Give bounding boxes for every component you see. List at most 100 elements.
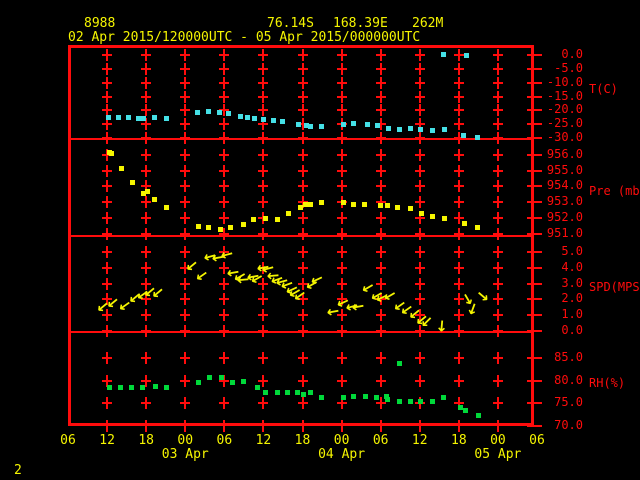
grid-cross (415, 91, 425, 103)
y-tick-label: 954.0 (538, 178, 583, 192)
temp-data-point (195, 110, 200, 115)
grid-cross (454, 49, 464, 61)
x-axis-tick (419, 420, 421, 432)
grid-cross (102, 49, 112, 61)
grid-cross (141, 262, 151, 274)
grid-cross (493, 165, 503, 177)
panel-unit-label: Pre (mb) (589, 184, 640, 198)
grid-cross (258, 180, 268, 192)
grid-cross (219, 149, 229, 161)
grid-cross (415, 49, 425, 61)
grid-cross (415, 262, 425, 274)
grid-cross (454, 196, 464, 208)
grid-cross (415, 228, 425, 240)
grid-cross (337, 49, 347, 61)
grid-cross (493, 309, 503, 321)
x-hour-label: 18 (138, 433, 154, 448)
grid-cross (337, 262, 347, 274)
grid-cross (376, 262, 386, 274)
x-axis-tick (341, 420, 343, 432)
y-tick-label: -30.0 (538, 130, 583, 144)
rh-data-point (351, 394, 356, 399)
grid-cross (102, 397, 112, 409)
y-tick-label: 75.0 (538, 395, 583, 409)
grid-cross (454, 262, 464, 274)
grid-cross (454, 180, 464, 192)
rh-data-point (107, 385, 112, 390)
rh-data-point (418, 399, 423, 404)
wind-arrow: → (431, 315, 453, 337)
grid-cross (415, 375, 425, 387)
grid-cross (102, 165, 112, 177)
grid-cross (493, 132, 503, 144)
grid-cross (454, 228, 464, 240)
grid-cross (258, 352, 268, 364)
grid-cross (180, 49, 190, 61)
grid-cross (298, 49, 308, 61)
grid-cross (493, 212, 503, 224)
temp-data-point (271, 118, 276, 123)
grid-cross (415, 132, 425, 144)
temp-data-point (308, 124, 313, 129)
grid-cross (454, 118, 464, 130)
x-axis-tick (223, 420, 225, 432)
grid-cross (141, 397, 151, 409)
x-hour-label: 12 (412, 433, 428, 448)
grid-cross (219, 397, 229, 409)
grid-cross (180, 309, 190, 321)
x-axis-tick (302, 420, 304, 432)
rh-data-point (196, 380, 201, 385)
grid-cross (454, 375, 464, 387)
grid-cross (219, 132, 229, 144)
pres-data-point (119, 166, 124, 171)
grid-cross (141, 149, 151, 161)
temp-data-point (141, 116, 146, 121)
grid-cross (298, 149, 308, 161)
grid-cross (454, 77, 464, 89)
grid-cross (258, 49, 268, 61)
rh-data-point (301, 392, 306, 397)
grid-cross (219, 180, 229, 192)
grid-cross (258, 196, 268, 208)
grid-cross (493, 149, 503, 161)
pres-data-point (475, 225, 480, 230)
grid-cross (180, 104, 190, 116)
grid-cross (376, 212, 386, 224)
temp-outlier-point (441, 52, 446, 57)
grid-cross (337, 132, 347, 144)
grid-cross (337, 91, 347, 103)
x-hour-label: 12 (256, 433, 272, 448)
rh-data-point (341, 395, 346, 400)
grid-cross (454, 165, 464, 177)
grid-cross (337, 352, 347, 364)
temp-data-point (461, 133, 466, 138)
x-date-label: 05 Apr (474, 447, 521, 462)
pres-data-point (196, 224, 201, 229)
rh-data-point (430, 399, 435, 404)
rh-data-point (255, 385, 260, 390)
grid-cross (258, 77, 268, 89)
grid-cross (141, 325, 151, 337)
pres-data-point (251, 217, 256, 222)
grid-cross (219, 293, 229, 305)
grid-cross (180, 325, 190, 337)
pres-data-point (241, 222, 246, 227)
y-tick-label: -5.0 (538, 61, 583, 75)
grid-cross (141, 352, 151, 364)
rh-data-point (118, 385, 123, 390)
x-hour-label: 00 (334, 433, 350, 448)
grid-cross (298, 180, 308, 192)
grid-cross (102, 352, 112, 364)
temp-data-point (351, 121, 356, 126)
grid-cross (180, 91, 190, 103)
x-hour-label: 12 (99, 433, 115, 448)
grid-cross (180, 293, 190, 305)
grid-cross (102, 228, 112, 240)
plot-area: 0.0-5.0-10.0-15.0-20.0-25.0-30.0T(C)956.… (0, 0, 640, 480)
x-hour-label: 06 (60, 433, 76, 448)
rh-data-point (441, 395, 446, 400)
grid-cross (298, 165, 308, 177)
x-hour-label: 18 (451, 433, 467, 448)
pres-data-point (206, 225, 211, 230)
grid-cross (298, 63, 308, 75)
